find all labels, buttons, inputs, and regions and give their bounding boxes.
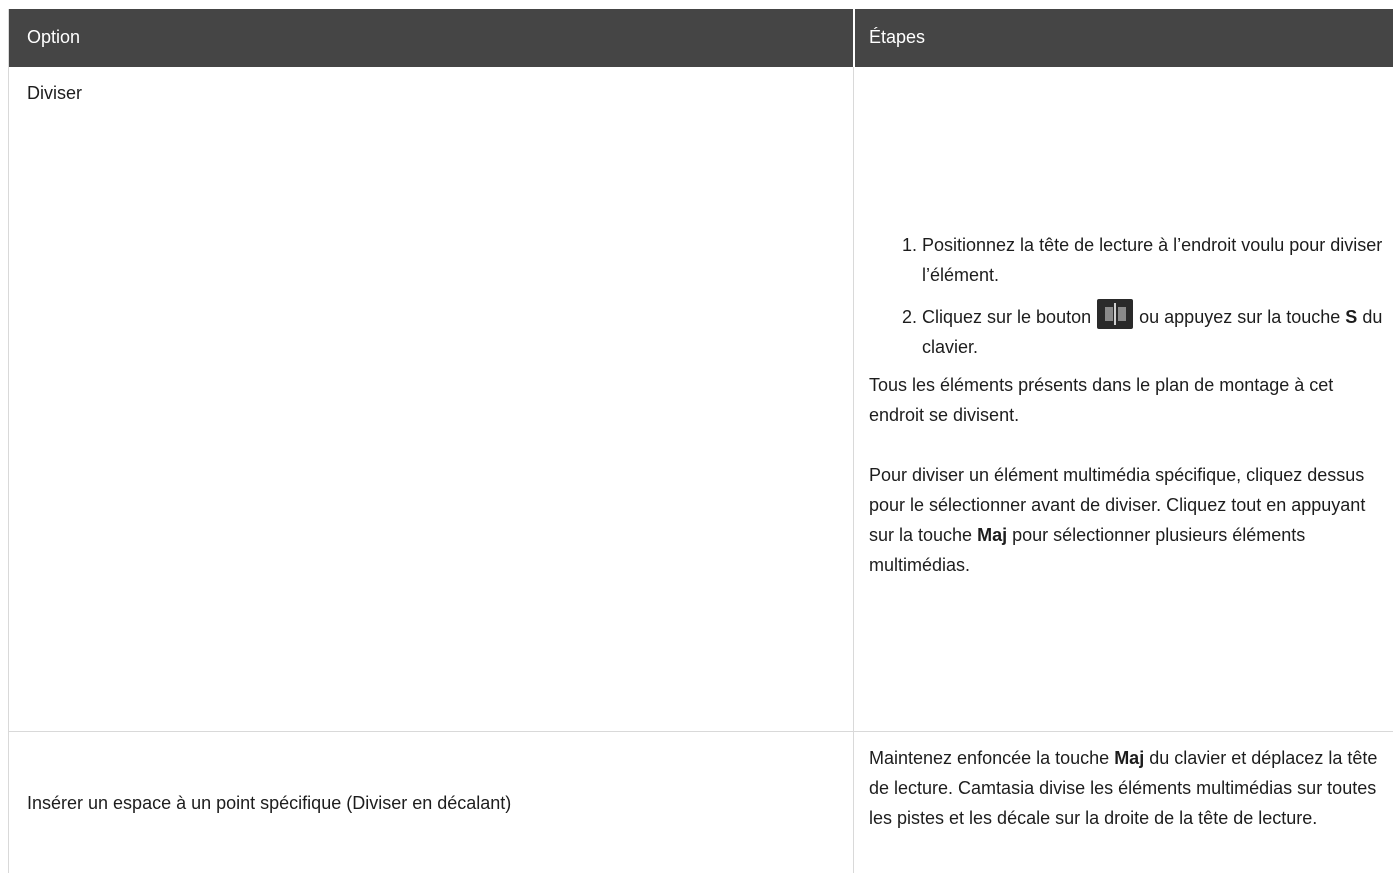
column-divider xyxy=(853,732,854,873)
key-name: S xyxy=(1345,307,1358,327)
table-row: Diviser Positionnez la tête de lecture à… xyxy=(9,67,1393,732)
steps-cell: Maintenez enfoncée la touche Maj du clav… xyxy=(869,743,1383,833)
split-icon xyxy=(1097,299,1134,329)
column-header-steps: Étapes xyxy=(869,27,926,47)
step-text-after: ou appuyez sur la touche xyxy=(1139,307,1341,327)
column-divider xyxy=(853,67,854,731)
table-row: Insérer un espace à un point spécifique … xyxy=(9,732,1393,873)
list-item: Cliquez sur le bouton ou appuyez sur la … xyxy=(922,299,1383,362)
option-cell: Insérer un espace à un point spécifique … xyxy=(27,793,512,813)
note-paragraph: Pour diviser un élément multimédia spéci… xyxy=(869,460,1383,580)
key-name: Maj xyxy=(1114,748,1145,768)
step-text: Positionnez la tête de lecture à l’endro… xyxy=(922,235,1383,285)
steps-list: Positionnez la tête de lecture à l’endro… xyxy=(869,230,1383,362)
table-header: Option Étapes xyxy=(9,9,1393,67)
list-item: Positionnez la tête de lecture à l’endro… xyxy=(922,230,1383,290)
note-paragraph: Tous les éléments présents dans le plan … xyxy=(869,375,1334,425)
option-cell: Diviser xyxy=(27,83,83,103)
options-table: Option Étapes Diviser Positionnez la têt… xyxy=(8,9,1393,873)
key-name: Maj xyxy=(977,525,1008,545)
step-text-before: Cliquez sur le bouton xyxy=(922,307,1092,327)
steps-cell: Positionnez la tête de lecture à l’endro… xyxy=(869,230,1383,580)
steps-paragraph: Maintenez enfoncée la touche Maj du clav… xyxy=(869,743,1383,833)
steps-text-before: Maintenez enfoncée la touche xyxy=(869,748,1110,768)
column-header-option: Option xyxy=(27,27,81,47)
